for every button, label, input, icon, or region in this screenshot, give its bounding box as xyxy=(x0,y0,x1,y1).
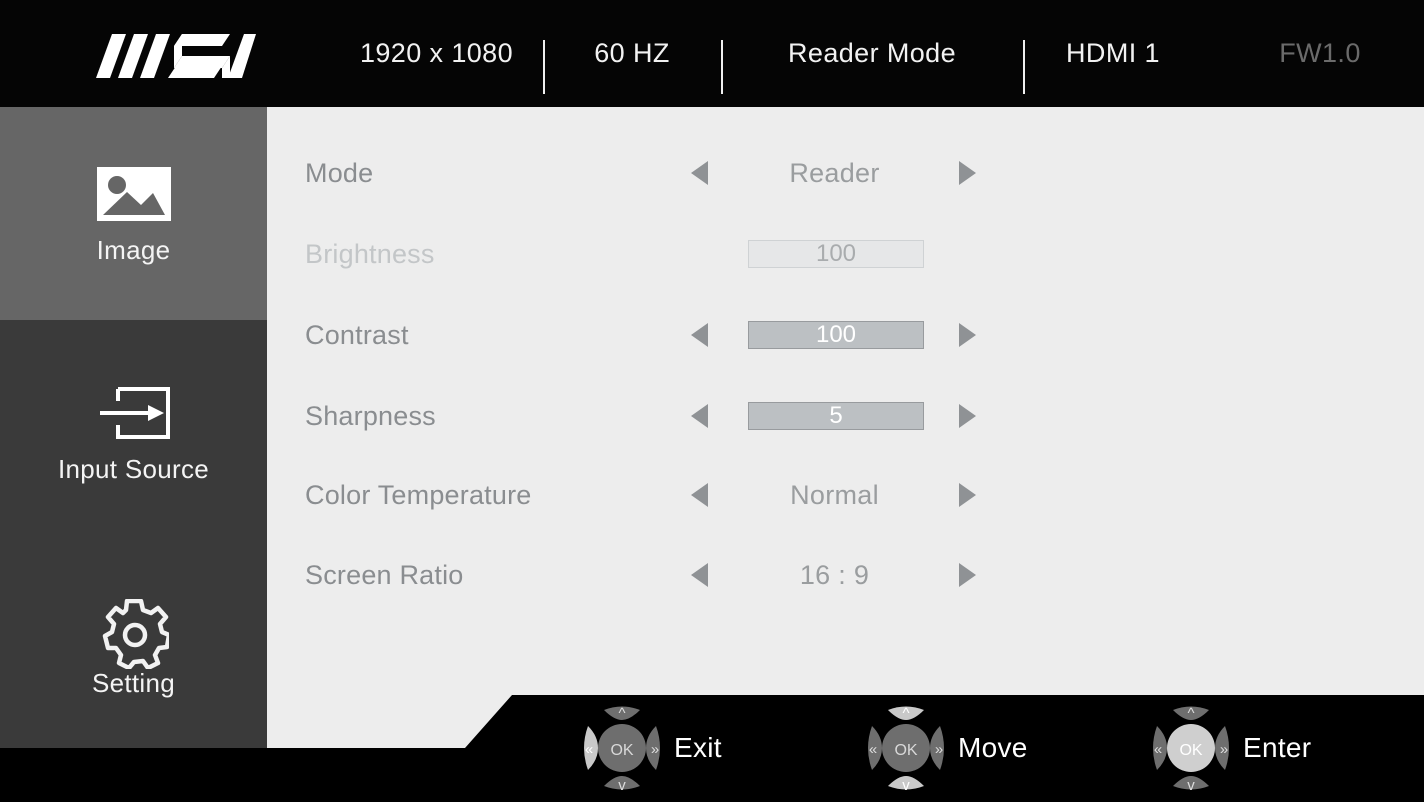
menu-label-brightness: Brightness xyxy=(305,239,435,269)
svg-text:^: ^ xyxy=(618,705,625,722)
menu-label-color-temperature: Color Temperature xyxy=(305,480,532,510)
menu-label-sharpness: Sharpness xyxy=(305,401,436,431)
menu-label-mode: Mode xyxy=(305,158,374,188)
sidebar-item-input-source[interactable]: Input Source xyxy=(0,320,267,534)
menu-label-contrast: Contrast xyxy=(305,320,409,350)
menu-label-screen-ratio: Screen Ratio xyxy=(305,560,464,590)
decrement-arrow-screen-ratio[interactable] xyxy=(691,563,708,587)
gear-icon xyxy=(99,598,171,674)
svg-text:^: ^ xyxy=(902,705,909,722)
decrement-arrow-mode[interactable] xyxy=(691,161,708,185)
joystick-up-down-icon: OK « » ^ v xyxy=(862,698,950,802)
header-firmware-version: FW1.0 xyxy=(1279,38,1361,68)
osd-menu-panel: Mode Reader Brightness 100 Contrast 100 … xyxy=(267,107,1424,748)
header-resolution: 1920 x 1080 xyxy=(359,38,514,68)
menu-row-screen-ratio[interactable]: Screen Ratio 16 : 9 xyxy=(267,547,1424,603)
sidebar-item-label-input-source: Input Source xyxy=(57,454,210,484)
joystick-press-ok-icon: OK « » ^ v xyxy=(1147,698,1235,802)
increment-arrow-sharpness[interactable] xyxy=(959,404,976,428)
decrement-arrow-contrast[interactable] xyxy=(691,323,708,347)
svg-text:v: v xyxy=(1187,777,1195,794)
svg-text:»: » xyxy=(935,741,943,758)
footer-hint-label-move: Move xyxy=(958,732,1028,763)
monitor-osd-screen: 1920 x 1080 60 HZ Reader Mode HDMI 1 FW1… xyxy=(0,0,1424,802)
menu-slider-contrast[interactable]: 100 xyxy=(748,321,924,349)
sidebar-item-label-image: Image xyxy=(96,235,171,265)
menu-row-mode[interactable]: Mode Reader xyxy=(267,145,1424,201)
increment-arrow-contrast[interactable] xyxy=(959,323,976,347)
input-source-icon xyxy=(96,385,172,446)
svg-text:«: « xyxy=(1154,741,1162,758)
header-picture-mode: Reader Mode xyxy=(788,38,956,68)
svg-text:»: » xyxy=(651,741,659,758)
svg-text:OK: OK xyxy=(1179,742,1202,759)
menu-value-mode: Reader xyxy=(789,158,880,188)
increment-arrow-mode[interactable] xyxy=(959,161,976,185)
sidebar-item-setting[interactable]: Setting xyxy=(0,534,267,748)
footer-hint-label-exit: Exit xyxy=(674,732,722,763)
svg-text:v: v xyxy=(902,777,910,794)
joystick-left-icon: OK « » ^ v xyxy=(578,698,666,802)
menu-row-color-temperature[interactable]: Color Temperature Normal xyxy=(267,467,1424,523)
decrement-arrow-sharpness[interactable] xyxy=(691,404,708,428)
svg-text:v: v xyxy=(618,777,626,794)
osd-header: 1920 x 1080 60 HZ Reader Mode HDMI 1 FW1… xyxy=(0,0,1424,107)
menu-row-brightness: Brightness 100 xyxy=(267,226,1424,282)
menu-slider-sharpness[interactable]: 5 xyxy=(748,402,924,430)
osd-sidebar: Image Input Source Setting xyxy=(0,107,267,748)
increment-arrow-screen-ratio[interactable] xyxy=(959,563,976,587)
svg-text:OK: OK xyxy=(894,742,917,759)
menu-row-contrast[interactable]: Contrast 100 xyxy=(267,307,1424,363)
sidebar-item-image[interactable]: Image xyxy=(0,107,267,320)
svg-text:»: » xyxy=(1220,741,1228,758)
increment-arrow-color-temperature[interactable] xyxy=(959,483,976,507)
header-input-source: HDMI 1 xyxy=(1066,38,1160,68)
svg-text:«: « xyxy=(585,741,593,758)
svg-text:OK: OK xyxy=(610,742,633,759)
decrement-arrow-color-temperature[interactable] xyxy=(691,483,708,507)
header-refresh-rate: 60 HZ xyxy=(594,38,670,68)
svg-text:«: « xyxy=(869,741,877,758)
svg-text:^: ^ xyxy=(1187,705,1194,722)
image-icon xyxy=(96,167,171,226)
menu-slider-brightness: 100 xyxy=(748,240,924,268)
footer-hint-label-enter: Enter xyxy=(1243,732,1312,763)
menu-row-sharpness[interactable]: Sharpness 5 xyxy=(267,388,1424,444)
menu-value-screen-ratio: 16 : 9 xyxy=(799,560,870,590)
sidebar-item-label-setting: Setting xyxy=(91,668,176,698)
msi-logo-icon xyxy=(96,34,256,78)
menu-value-color-temperature: Normal xyxy=(790,480,879,510)
